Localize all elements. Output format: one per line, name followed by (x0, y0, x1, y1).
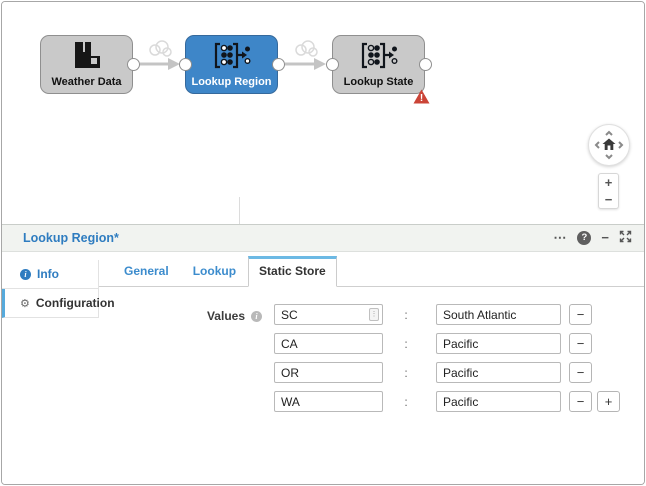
remove-row-button[interactable]: − (569, 391, 592, 412)
tab-bar: General Lookup Static Store (99, 252, 644, 287)
port-lookup-state-in[interactable] (326, 58, 339, 71)
values-info-icon[interactable]: i (251, 311, 262, 322)
expand-icon[interactable] (619, 230, 632, 246)
remove-row-button[interactable]: − (569, 333, 592, 354)
value-row: : − (274, 362, 620, 383)
tab-lookup[interactable]: Lookup (181, 258, 248, 286)
sidebar-item-label: Info (37, 267, 59, 281)
value-row: : − (274, 333, 620, 354)
svg-text:!: ! (420, 93, 423, 104)
tab-general[interactable]: General (112, 258, 181, 286)
lookup-icon (186, 42, 277, 74)
sidebar-item-info[interactable]: i Info (2, 260, 99, 289)
node-label: Weather Data (51, 76, 122, 88)
key-input[interactable] (274, 362, 383, 383)
kv-separator: : (404, 336, 408, 351)
add-row-button[interactable]: + (597, 391, 620, 412)
panel-header-icons: ⋯ ? − (553, 230, 632, 246)
info-icon: i (20, 268, 31, 280)
zoom-out-button[interactable]: − (605, 193, 613, 206)
key-input[interactable] (274, 304, 383, 325)
values-label-col: Values i (99, 304, 262, 420)
pan-down-icon (605, 154, 613, 160)
canvas-zoom-control: + − (598, 173, 619, 209)
node-lookup-state[interactable]: Lookup State (332, 35, 425, 94)
suggest-icon[interactable]: ⋮ (369, 308, 379, 321)
key-input[interactable] (274, 333, 383, 354)
port-lookup-region-in[interactable] (179, 58, 192, 71)
static-store-form: Valuesi ⋮ : − (99, 287, 644, 420)
values-rows: ⋮ : − : − (274, 304, 620, 420)
kv-separator: : (404, 307, 408, 322)
error-warning-icon[interactable]: ! (413, 89, 430, 109)
kv-separator: : (404, 365, 408, 380)
value-input[interactable] (436, 391, 561, 412)
node-label: Lookup State (343, 76, 414, 88)
node-lookup-region[interactable]: Lookup Region (185, 35, 278, 94)
node-weather-data[interactable]: Weather Data (40, 35, 133, 94)
panel-content: General Lookup Static Store Valuesi ⋮ (99, 252, 644, 484)
node-label: Lookup Region (191, 76, 272, 88)
minimize-icon[interactable]: − (601, 231, 609, 245)
canvas-gridline (239, 197, 240, 224)
more-options-icon[interactable]: ⋯ (553, 231, 567, 245)
gear-icon: ⚙ (20, 297, 30, 310)
config-panel: Lookup Region* ⋯ ? − i Info ⚙ Configurat… (2, 224, 644, 484)
panel-sidebar: i Info ⚙ Configuration (2, 252, 115, 484)
port-lookup-state-out[interactable] (419, 58, 432, 71)
kv-separator: : (404, 394, 408, 409)
zoom-in-button[interactable]: + (605, 176, 613, 189)
value-input[interactable] (436, 333, 561, 354)
key-input[interactable] (274, 391, 383, 412)
lookup-icon (333, 42, 424, 74)
canvas-pan-control[interactable] (588, 124, 630, 166)
home-icon (602, 138, 616, 150)
pipeline-canvas[interactable]: Weather Data Lookup Region Lookup State … (2, 2, 644, 224)
remove-row-button[interactable]: − (569, 304, 592, 325)
panel-header: Lookup Region* ⋯ ? − (2, 224, 644, 252)
value-input[interactable] (436, 362, 561, 383)
remove-row-button[interactable]: − (569, 362, 592, 383)
sidebar-item-configuration[interactable]: ⚙ Configuration (2, 289, 115, 318)
help-icon[interactable]: ? (577, 231, 592, 245)
value-row: ⋮ : − (274, 304, 620, 325)
values-label: Values (206, 309, 245, 323)
port-weather-data-out[interactable] (127, 58, 140, 71)
port-lookup-region-out[interactable] (272, 58, 285, 71)
app-window: Weather Data Lookup Region Lookup State … (1, 1, 645, 485)
panel-title: Lookup Region* (23, 231, 119, 245)
pan-up-icon (605, 130, 613, 136)
value-input[interactable] (436, 304, 561, 325)
value-row: : − + (274, 391, 620, 412)
pan-right-icon (618, 141, 624, 149)
tab-static-store[interactable]: Static Store (248, 256, 337, 287)
panel-body: i Info ⚙ Configuration General Lookup St… (2, 252, 644, 484)
factory-icon (41, 42, 132, 74)
pan-left-icon (594, 141, 600, 149)
